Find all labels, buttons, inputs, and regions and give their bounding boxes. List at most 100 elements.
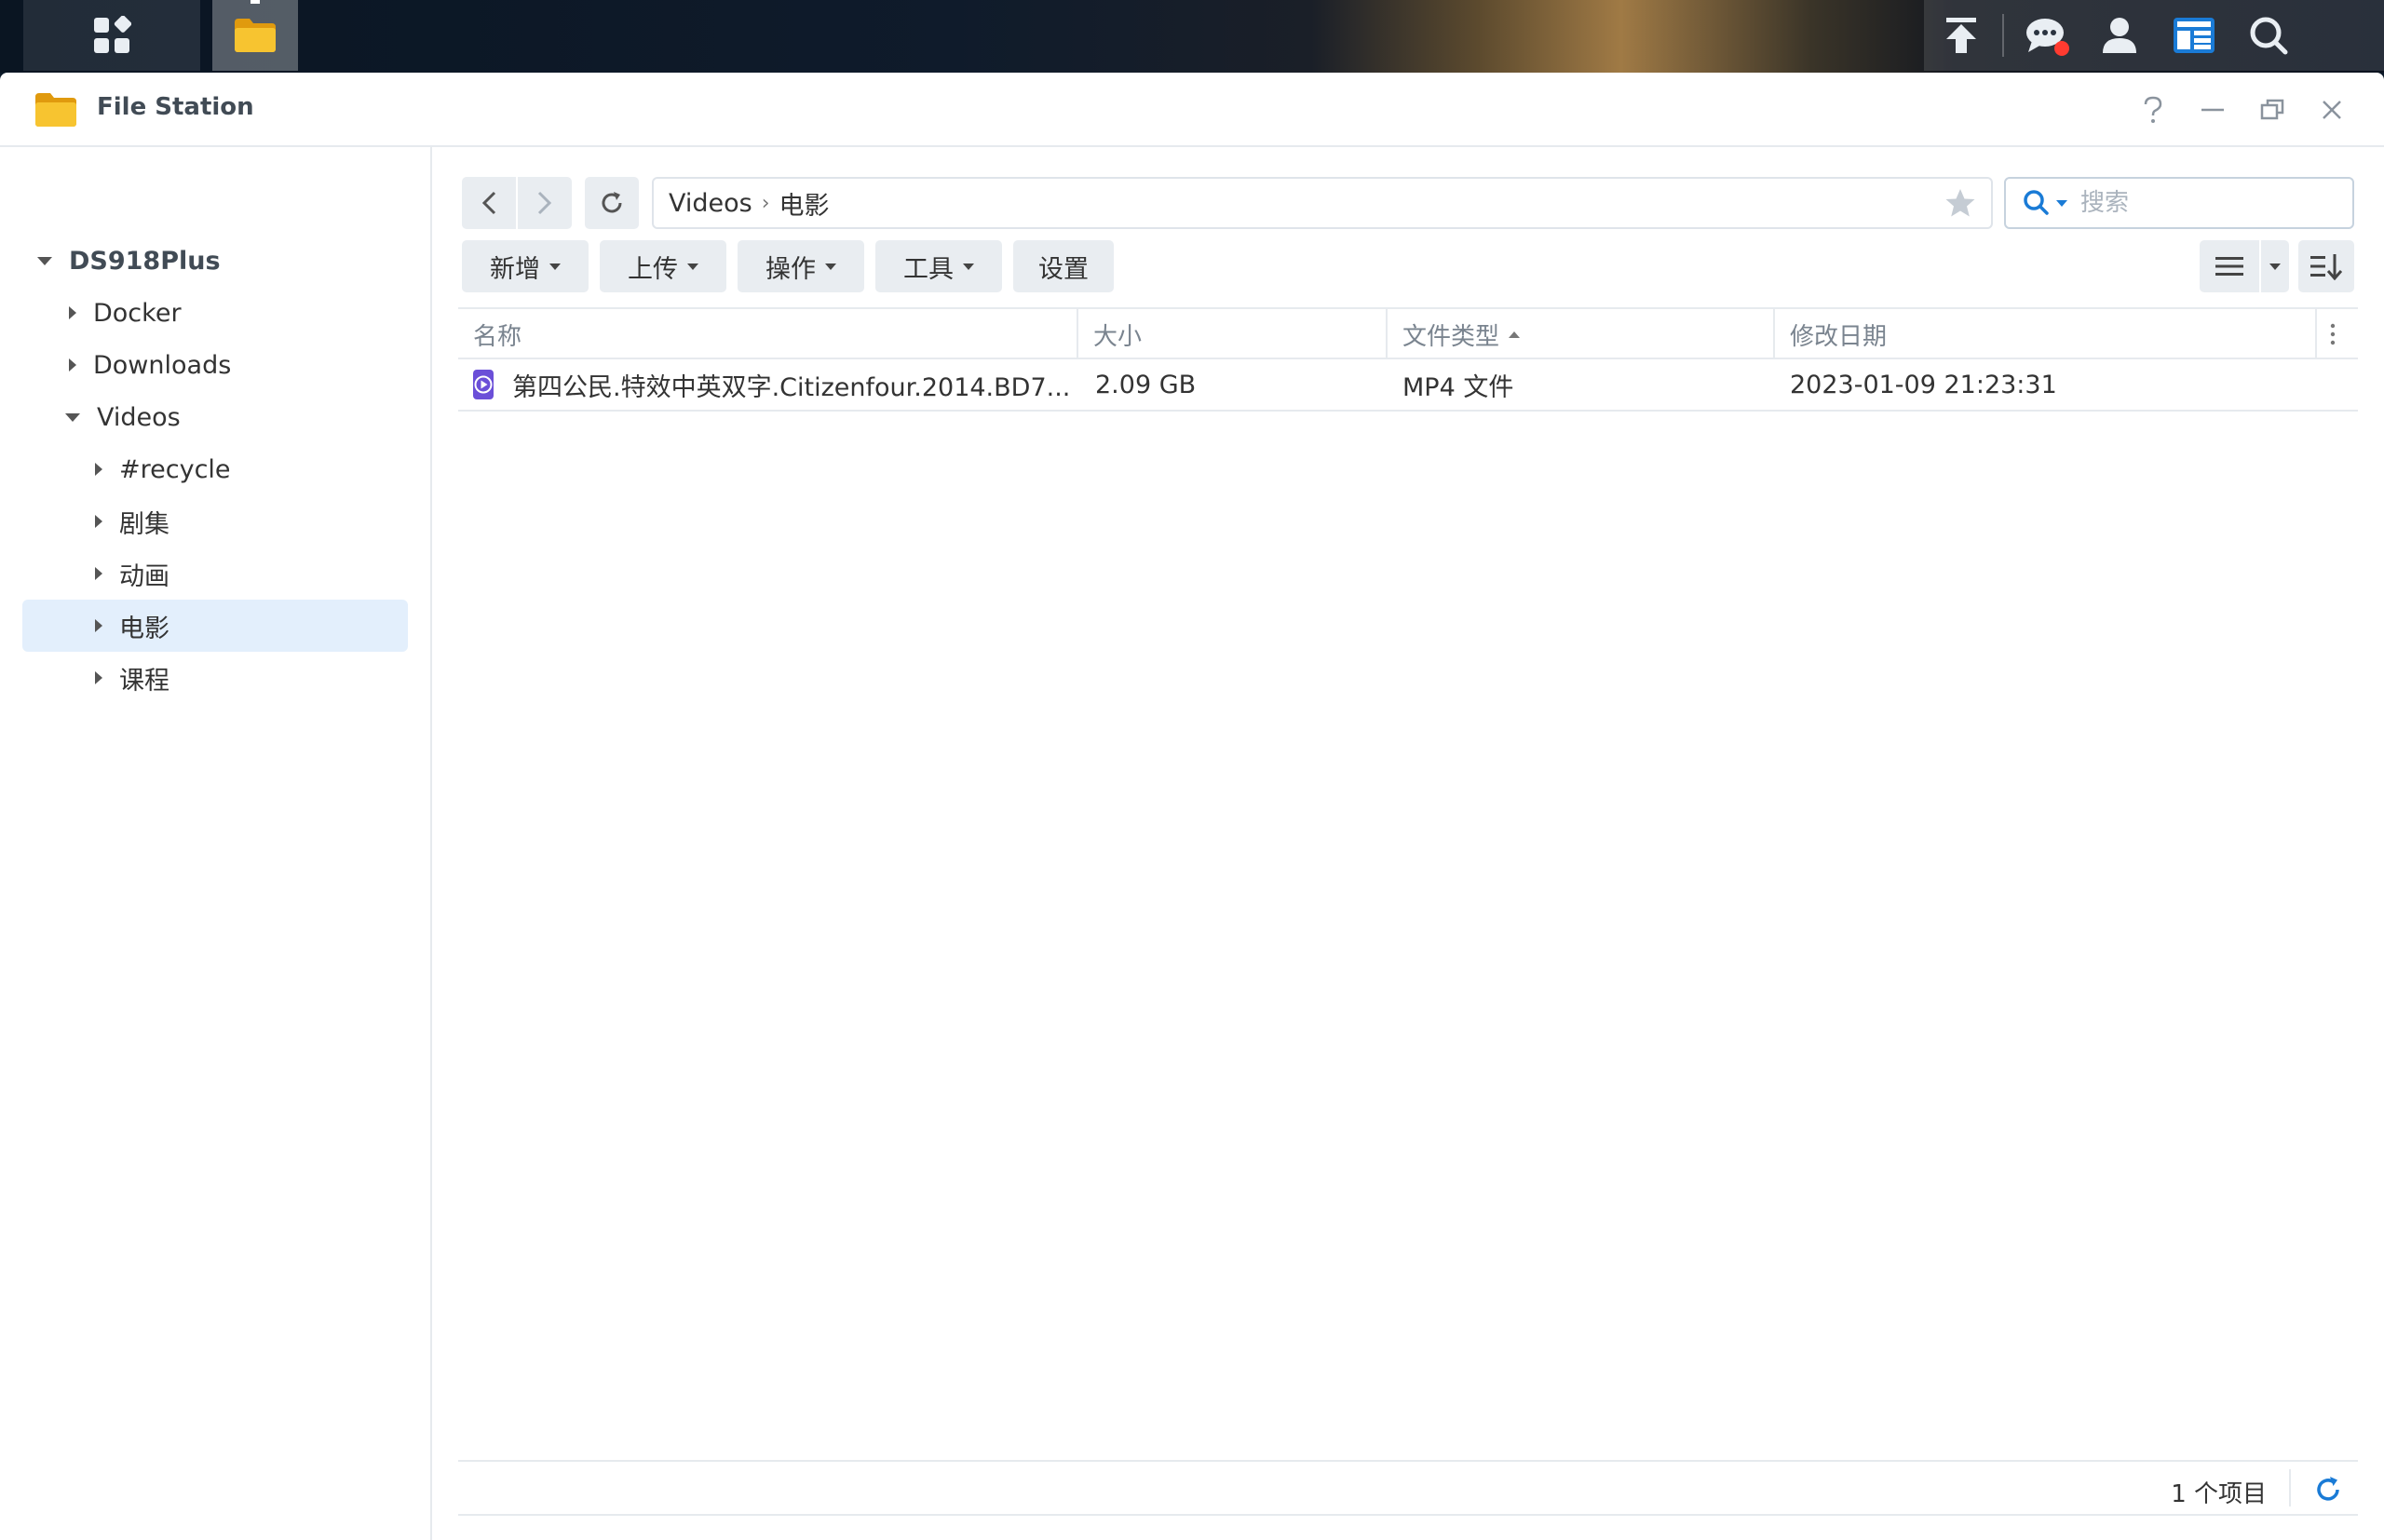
help-button[interactable] [2133,89,2174,130]
search-icon[interactable] [2023,189,2052,217]
column-options-button[interactable] [2317,309,2358,359]
search-options-caret-icon[interactable] [2056,199,2067,207]
file-type-cell: MP4 文件 [1402,372,1514,402]
tree-item-recycle[interactable]: #recycle [95,443,412,495]
notifications-button[interactable] [2008,0,2082,71]
refresh-icon [602,192,622,213]
collapse-arrow-icon[interactable] [95,463,102,476]
breadcrumb-segment-videos[interactable]: Videos [669,189,752,218]
tree-item-videos[interactable]: Videos [65,391,419,443]
sort-ascending-icon [1509,331,1521,338]
minimize-button[interactable] [2192,89,2233,130]
tree-item-courses[interactable]: 课程 [95,652,412,704]
tools-button[interactable]: 工具 [875,240,1002,292]
column-header-type[interactable]: 文件类型 [1388,309,1773,359]
column-header-name[interactable]: 名称 [458,309,1077,359]
tree-item-docker[interactable]: Docker [69,287,423,339]
more-vertical-icon [2330,323,2336,345]
main-menu-button[interactable] [23,0,200,71]
sort-button[interactable] [2298,240,2354,292]
taskbar-tray [1924,0,2384,71]
create-button-label: 新增 [490,254,540,284]
collapse-arrow-icon[interactable] [95,619,102,632]
main-menu-icon [94,16,131,53]
tree-item-label: 剧集 [119,509,169,539]
action-button[interactable]: 操作 [738,240,864,292]
folder-tree: DS918Plus Docker Downloads Videos #recyc… [0,147,432,1540]
breadcrumb-segment-movies[interactable]: 电影 [779,185,830,222]
view-mode-dropdown[interactable] [2261,240,2289,292]
breadcrumb-separator-icon: › [761,191,770,215]
refresh-button[interactable] [585,177,639,229]
file-station-taskbar-button[interactable] [212,0,298,71]
action-button-label: 操作 [765,254,816,284]
tree-item-label: 动画 [119,561,169,591]
star-icon [1945,189,1975,217]
restore-icon [2260,99,2284,120]
chevron-down-icon [2269,263,2281,270]
sort-icon [2310,254,2342,280]
column-label: 修改日期 [1790,322,1888,351]
tree-item-label: 电影 [119,614,169,643]
collapse-arrow-icon[interactable] [69,306,76,319]
table-row[interactable]: 第四公民.特效中英双字.Citizenfour.2014.BD7... 2.09… [458,359,2358,412]
search-input[interactable] [2080,189,2323,217]
file-name: 第四公民.特效中英双字.Citizenfour.2014.BD7... [512,372,1069,402]
chevron-down-icon [825,263,836,270]
expand-arrow-icon[interactable] [37,256,52,265]
search-icon [2250,17,2288,55]
collapse-arrow-icon[interactable] [95,671,102,684]
column-label: 大小 [1093,322,1143,351]
expand-arrow-icon[interactable] [65,412,80,422]
upload-queue-button[interactable] [1924,0,1998,71]
tree-item-series[interactable]: 剧集 [95,495,412,547]
window-title: File Station [97,93,254,121]
title-bar: File Station [0,73,2384,147]
forward-button[interactable] [518,177,572,229]
chevron-down-icon [963,263,974,270]
search-field[interactable] [2004,177,2354,229]
chevron-right-icon [537,191,552,215]
close-button[interactable] [2311,89,2352,130]
path-breadcrumb[interactable]: Videos › 电影 [652,177,1993,229]
chevron-down-icon [687,263,698,270]
restore-button[interactable] [2252,89,2293,130]
favorite-star-button[interactable] [1944,187,1976,225]
file-station-window: File Station DS918Plus Docker Downloads … [0,73,2384,1540]
column-header-modified[interactable]: 修改日期 [1775,309,2315,359]
tree-root-ds918plus[interactable]: DS918Plus [37,235,410,287]
settings-button[interactable]: 设置 [1013,240,1114,292]
tree-item-label: #recycle [119,454,231,484]
upload-button[interactable]: 上传 [600,240,726,292]
file-name-cell: 第四公民.特效中英双字.Citizenfour.2014.BD7... [473,359,1069,410]
help-icon [2144,96,2162,123]
taskbar [0,0,2384,73]
tree-item-label: 课程 [119,666,169,696]
collapse-arrow-icon[interactable] [95,567,102,580]
widgets-button[interactable] [2157,0,2231,71]
collapse-arrow-icon[interactable] [95,515,102,528]
chevron-down-icon [549,263,561,270]
tree-item-downloads[interactable]: Downloads [69,339,423,391]
column-header-size[interactable]: 大小 [1078,309,1386,359]
settings-button-label: 设置 [1038,254,1089,284]
tree-item-animation[interactable]: 动画 [95,547,412,600]
folder-icon [235,19,276,52]
column-label: 名称 [473,322,522,351]
folder-icon [35,93,76,127]
notification-badge [2054,41,2069,56]
tray-separator [2002,14,2004,57]
search-taskbar-button[interactable] [2231,0,2306,71]
tree-item-label: Videos [97,402,181,432]
create-button[interactable]: 新增 [462,240,589,292]
minimize-icon [2201,108,2224,112]
file-list-header: 名称 大小 文件类型 修改日期 [458,307,2358,359]
view-mode-button[interactable] [2200,240,2259,292]
collapse-arrow-icon[interactable] [69,358,76,371]
tools-button-label: 工具 [903,254,954,284]
user-menu-button[interactable] [2082,0,2157,71]
back-button[interactable] [462,177,516,229]
user-icon [2103,18,2136,53]
tree-item-movies[interactable]: 电影 [22,600,408,652]
status-refresh-button[interactable] [2310,1471,2347,1508]
